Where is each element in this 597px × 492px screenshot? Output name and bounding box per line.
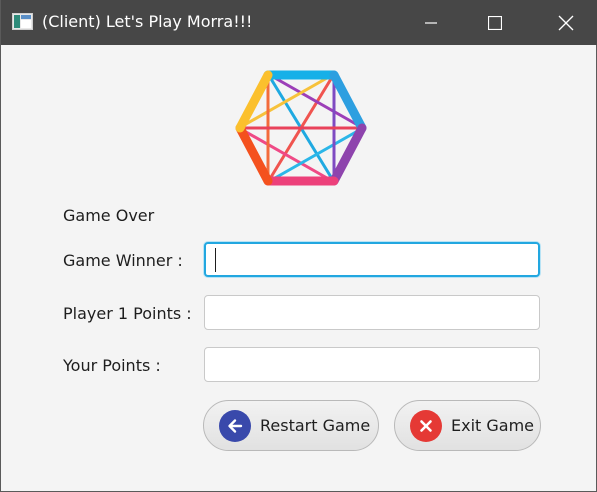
text-caret (215, 248, 216, 272)
app-window-icon (12, 13, 33, 30)
minimize-button[interactable] (396, 0, 466, 45)
restart-game-label: Restart Game (260, 416, 371, 435)
app-window: (Client) Let's Play Morra!!! Game Over G… (0, 0, 597, 492)
maximize-button[interactable] (460, 0, 530, 45)
restart-game-button[interactable]: Restart Game (203, 400, 379, 451)
game-status-label: Game Over (63, 206, 155, 225)
close-icon (558, 15, 574, 30)
your-points-field[interactable] (204, 347, 540, 382)
close-button[interactable] (531, 0, 597, 45)
player1-points-label: Player 1 Points : (63, 304, 192, 323)
maximize-icon (488, 15, 502, 30)
title-bar[interactable]: (Client) Let's Play Morra!!! (1, 0, 597, 45)
game-winner-field[interactable] (204, 242, 540, 277)
your-points-label: Your Points : (63, 356, 161, 375)
x-circle-icon (410, 409, 442, 442)
game-winner-label: Game Winner : (63, 251, 183, 270)
hexagon-logo (235, 70, 367, 186)
arrow-left-icon (219, 409, 251, 442)
exit-game-button[interactable]: Exit Game (394, 400, 541, 451)
player1-points-field[interactable] (204, 295, 540, 330)
minimize-icon (425, 21, 437, 24)
window-title: (Client) Let's Play Morra!!! (42, 12, 253, 31)
exit-game-label: Exit Game (451, 416, 535, 435)
